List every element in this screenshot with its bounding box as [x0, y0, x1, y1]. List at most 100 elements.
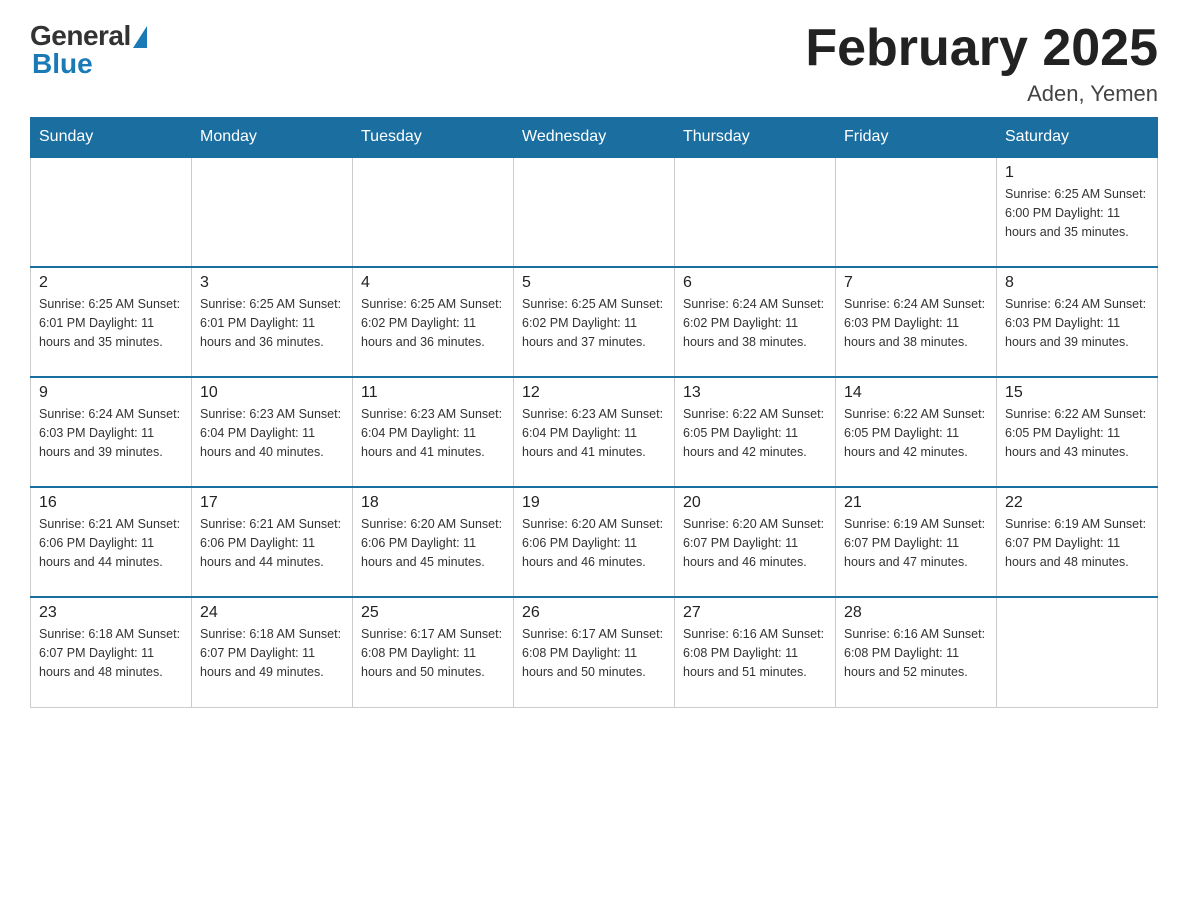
calendar-cell: 19Sunrise: 6:20 AM Sunset: 6:06 PM Dayli…: [514, 487, 675, 597]
day-info: Sunrise: 6:25 AM Sunset: 6:02 PM Dayligh…: [522, 295, 666, 351]
day-number: 21: [844, 494, 988, 512]
calendar-cell: 13Sunrise: 6:22 AM Sunset: 6:05 PM Dayli…: [675, 377, 836, 487]
day-number: 23: [39, 604, 183, 622]
day-info: Sunrise: 6:24 AM Sunset: 6:03 PM Dayligh…: [1005, 295, 1149, 351]
calendar-cell: 3Sunrise: 6:25 AM Sunset: 6:01 PM Daylig…: [192, 267, 353, 377]
title-block: February 2025 Aden, Yemen: [805, 20, 1158, 107]
calendar-cell: 8 Sunrise: 6:24 AM Sunset: 6:03 PM Daylig…: [997, 267, 1158, 377]
day-info: Sunrise: 6:22 AM Sunset: 6:05 PM Dayligh…: [1005, 405, 1149, 461]
day-number: 19: [522, 494, 666, 512]
day-info: Sunrise: 6:18 AM Sunset: 6:07 PM Dayligh…: [200, 625, 344, 681]
day-info: Sunrise: 6:23 AM Sunset: 6:04 PM Dayligh…: [361, 405, 505, 461]
column-header-tuesday: Tuesday: [353, 118, 514, 158]
column-header-wednesday: Wednesday: [514, 118, 675, 158]
calendar-cell: 24 Sunrise: 6:18 AM Sunset: 6:07 PM Dayli…: [192, 597, 353, 707]
day-number: 4: [361, 274, 505, 292]
calendar-cell: 25 Sunrise: 6:17 AM Sunset: 6:08 PM Dayli…: [353, 597, 514, 707]
calendar-cell: 23 Sunrise: 6:18 AM Sunset: 6:07 PM Dayli…: [31, 597, 192, 707]
calendar-cell: 11 Sunrise: 6:23 AM Sunset: 6:04 PM Dayli…: [353, 377, 514, 487]
day-number: 1: [1005, 164, 1149, 182]
day-number: 20: [683, 494, 827, 512]
day-number: 9: [39, 384, 183, 402]
calendar-cell: [353, 157, 514, 267]
day-number: 28: [844, 604, 988, 622]
calendar-table: SundayMondayTuesdayWednesdayThursdayFrid…: [30, 117, 1158, 708]
calendar-header-row: SundayMondayTuesdayWednesdayThursdayFrid…: [31, 118, 1158, 158]
day-info: Sunrise: 6:20 AM Sunset: 6:06 PM Dayligh…: [361, 515, 505, 571]
day-info: Sunrise: 6:16 AM Sunset: 6:08 PM Dayligh…: [683, 625, 827, 681]
day-info: Sunrise: 6:25 AM Sunset: 6:00 PM Dayligh…: [1005, 185, 1149, 241]
day-info: Sunrise: 6:19 AM Sunset: 6:07 PM Dayligh…: [844, 515, 988, 571]
week-row-1: 1 Sunrise: 6:25 AM Sunset: 6:00 PM Daylig…: [31, 157, 1158, 267]
day-number: 17: [200, 494, 344, 512]
day-info: Sunrise: 6:23 AM Sunset: 6:04 PM Dayligh…: [522, 405, 666, 461]
column-header-friday: Friday: [836, 118, 997, 158]
day-info: Sunrise: 6:22 AM Sunset: 6:05 PM Dayligh…: [683, 405, 827, 461]
day-info: Sunrise: 6:17 AM Sunset: 6:08 PM Dayligh…: [361, 625, 505, 681]
page-header: General Blue February 2025 Aden, Yemen: [30, 20, 1158, 107]
calendar-cell: [675, 157, 836, 267]
day-number: 14: [844, 384, 988, 402]
calendar-cell: [31, 157, 192, 267]
calendar-cell: 1 Sunrise: 6:25 AM Sunset: 6:00 PM Daylig…: [997, 157, 1158, 267]
day-info: Sunrise: 6:17 AM Sunset: 6:08 PM Dayligh…: [522, 625, 666, 681]
week-row-2: 2Sunrise: 6:25 AM Sunset: 6:01 PM Daylig…: [31, 267, 1158, 377]
calendar-cell: 16 Sunrise: 6:21 AM Sunset: 6:06 PM Dayli…: [31, 487, 192, 597]
calendar-cell: 2Sunrise: 6:25 AM Sunset: 6:01 PM Daylig…: [31, 267, 192, 377]
day-info: Sunrise: 6:18 AM Sunset: 6:07 PM Dayligh…: [39, 625, 183, 681]
calendar-cell: 21 Sunrise: 6:19 AM Sunset: 6:07 PM Dayli…: [836, 487, 997, 597]
day-info: Sunrise: 6:24 AM Sunset: 6:03 PM Dayligh…: [844, 295, 988, 351]
column-header-thursday: Thursday: [675, 118, 836, 158]
day-info: Sunrise: 6:22 AM Sunset: 6:05 PM Dayligh…: [844, 405, 988, 461]
day-number: 15: [1005, 384, 1149, 402]
calendar-cell: 20 Sunrise: 6:20 AM Sunset: 6:07 PM Dayli…: [675, 487, 836, 597]
day-info: Sunrise: 6:21 AM Sunset: 6:06 PM Dayligh…: [39, 515, 183, 571]
calendar-cell: 22 Sunrise: 6:19 AM Sunset: 6:07 PM Dayli…: [997, 487, 1158, 597]
week-row-4: 16 Sunrise: 6:21 AM Sunset: 6:06 PM Dayli…: [31, 487, 1158, 597]
calendar-cell: 6 Sunrise: 6:24 AM Sunset: 6:02 PM Daylig…: [675, 267, 836, 377]
calendar-cell: 27Sunrise: 6:16 AM Sunset: 6:08 PM Dayli…: [675, 597, 836, 707]
day-number: 11: [361, 384, 505, 402]
day-number: 10: [200, 384, 344, 402]
day-number: 16: [39, 494, 183, 512]
calendar-cell: 4 Sunrise: 6:25 AM Sunset: 6:02 PM Daylig…: [353, 267, 514, 377]
day-info: Sunrise: 6:25 AM Sunset: 6:02 PM Dayligh…: [361, 295, 505, 351]
calendar-cell: [997, 597, 1158, 707]
column-header-sunday: Sunday: [31, 118, 192, 158]
day-info: Sunrise: 6:23 AM Sunset: 6:04 PM Dayligh…: [200, 405, 344, 461]
calendar-cell: 5 Sunrise: 6:25 AM Sunset: 6:02 PM Daylig…: [514, 267, 675, 377]
column-header-saturday: Saturday: [997, 118, 1158, 158]
column-header-monday: Monday: [192, 118, 353, 158]
week-row-5: 23 Sunrise: 6:18 AM Sunset: 6:07 PM Dayli…: [31, 597, 1158, 707]
calendar-cell: 12 Sunrise: 6:23 AM Sunset: 6:04 PM Dayli…: [514, 377, 675, 487]
day-info: Sunrise: 6:20 AM Sunset: 6:07 PM Dayligh…: [683, 515, 827, 571]
day-number: 25: [361, 604, 505, 622]
day-number: 3: [200, 274, 344, 292]
day-number: 24: [200, 604, 344, 622]
day-info: Sunrise: 6:24 AM Sunset: 6:02 PM Dayligh…: [683, 295, 827, 351]
day-number: 8: [1005, 274, 1149, 292]
location-text: Aden, Yemen: [805, 81, 1158, 107]
logo-triangle-icon: [133, 26, 147, 48]
calendar-cell: [192, 157, 353, 267]
calendar-cell: [836, 157, 997, 267]
day-number: 6: [683, 274, 827, 292]
calendar-cell: 28Sunrise: 6:16 AM Sunset: 6:08 PM Dayli…: [836, 597, 997, 707]
day-number: 2: [39, 274, 183, 292]
logo: General Blue: [30, 20, 147, 80]
day-number: 18: [361, 494, 505, 512]
calendar-cell: 14 Sunrise: 6:22 AM Sunset: 6:05 PM Dayli…: [836, 377, 997, 487]
day-info: Sunrise: 6:19 AM Sunset: 6:07 PM Dayligh…: [1005, 515, 1149, 571]
day-number: 22: [1005, 494, 1149, 512]
day-info: Sunrise: 6:21 AM Sunset: 6:06 PM Dayligh…: [200, 515, 344, 571]
calendar-cell: 15 Sunrise: 6:22 AM Sunset: 6:05 PM Dayli…: [997, 377, 1158, 487]
calendar-cell: [514, 157, 675, 267]
month-title: February 2025: [805, 20, 1158, 77]
logo-blue-text: Blue: [32, 48, 93, 80]
calendar-cell: 7Sunrise: 6:24 AM Sunset: 6:03 PM Daylig…: [836, 267, 997, 377]
day-number: 12: [522, 384, 666, 402]
day-number: 5: [522, 274, 666, 292]
day-number: 26: [522, 604, 666, 622]
calendar-cell: 9Sunrise: 6:24 AM Sunset: 6:03 PM Daylig…: [31, 377, 192, 487]
calendar-cell: 10 Sunrise: 6:23 AM Sunset: 6:04 PM Dayli…: [192, 377, 353, 487]
